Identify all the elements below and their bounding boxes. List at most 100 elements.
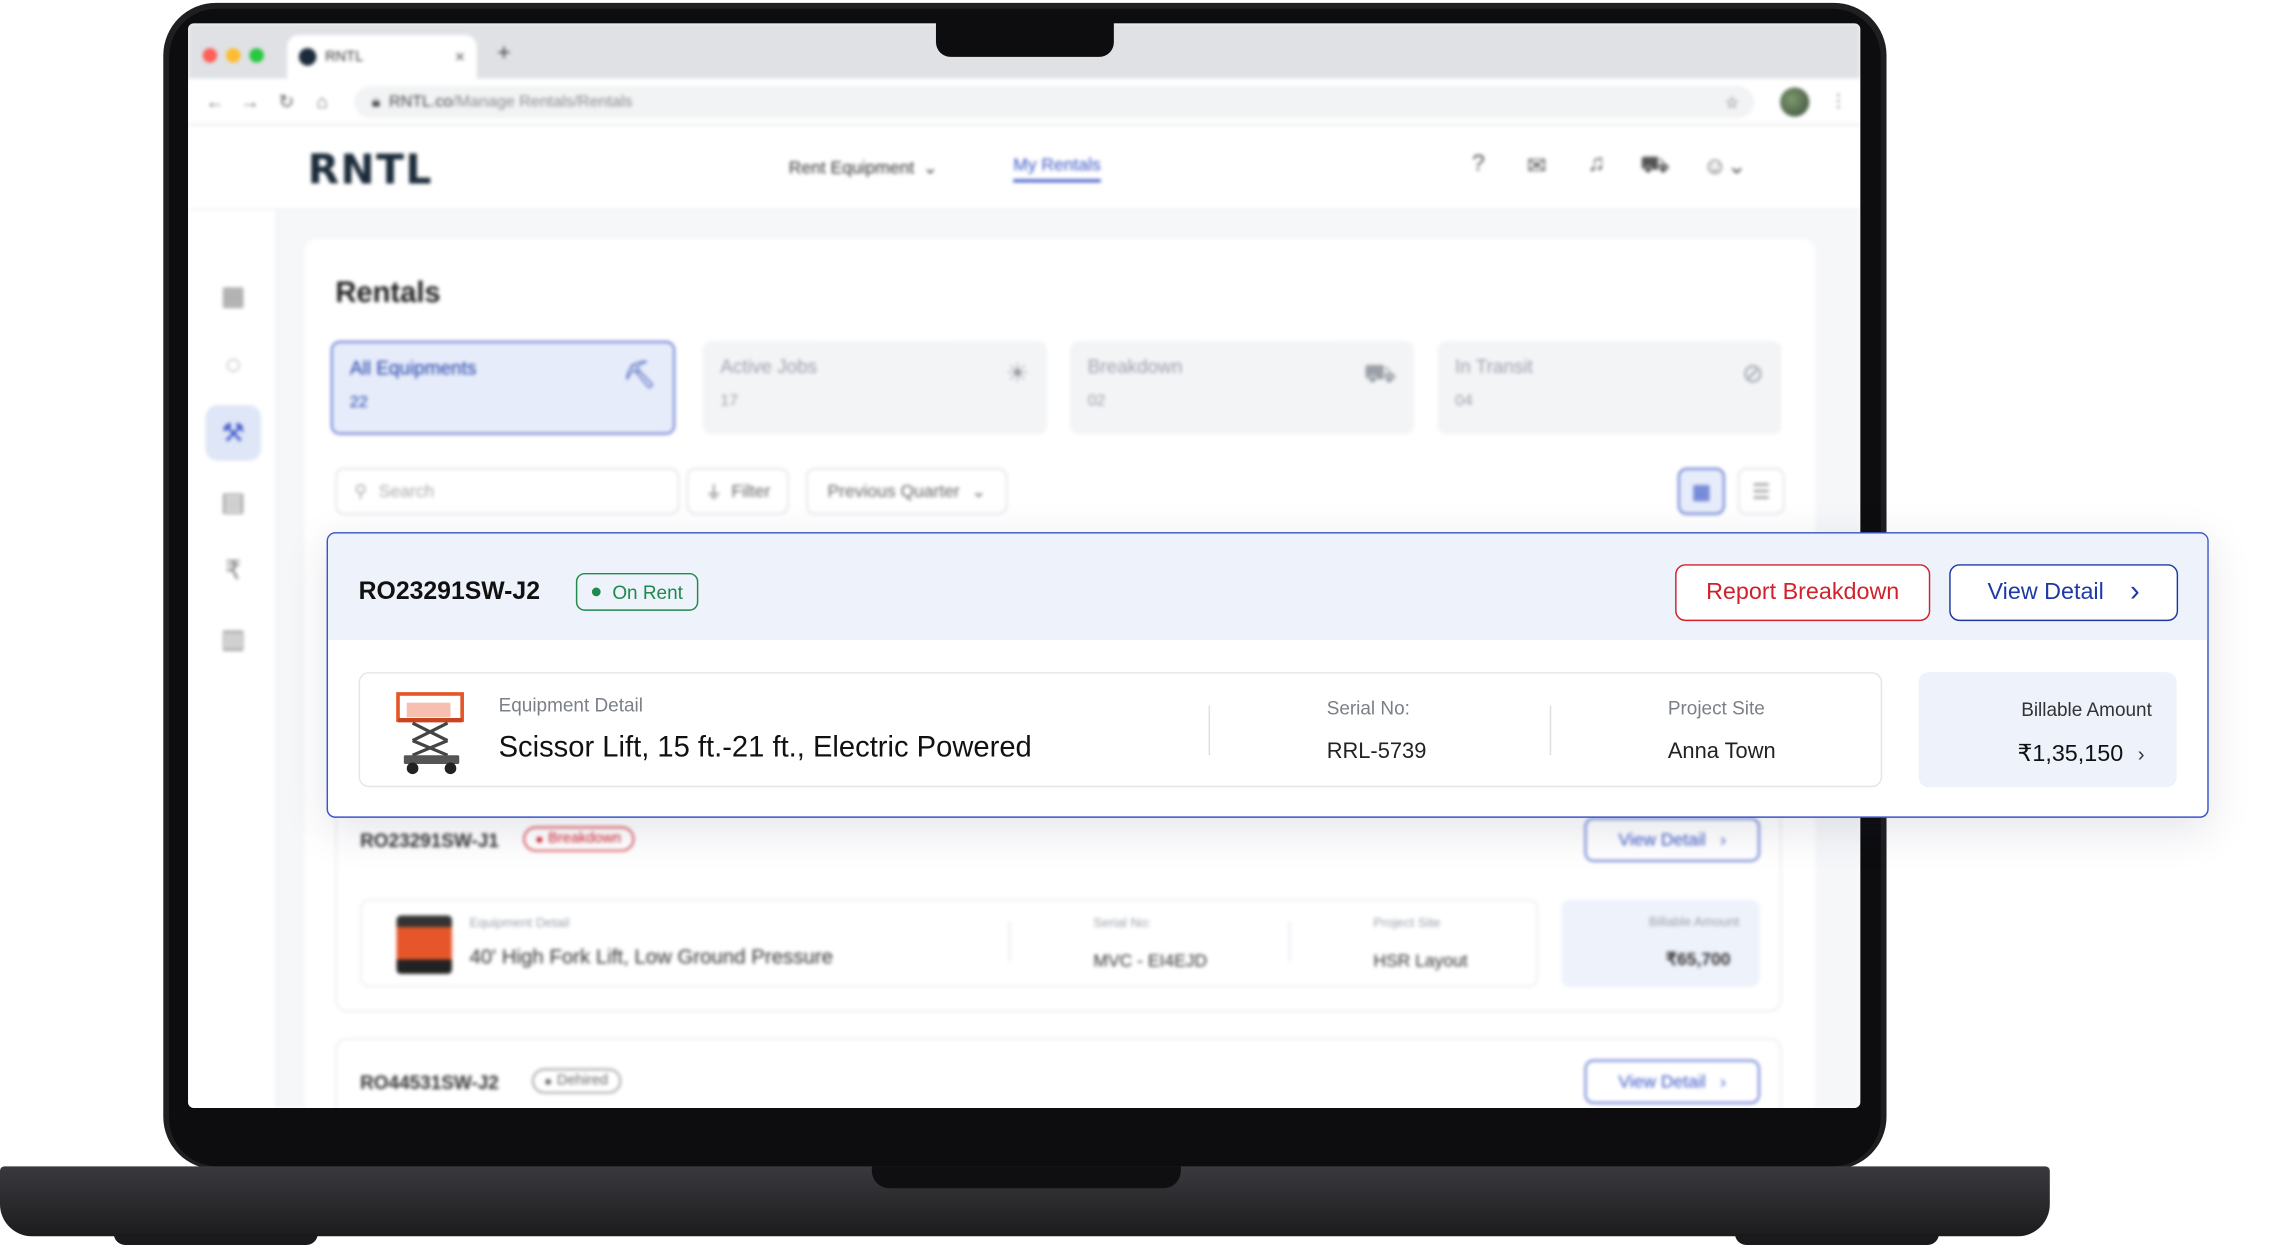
status-badge-label: Dehired: [556, 1073, 608, 1090]
filter-label: Filter: [731, 481, 771, 502]
site-value: HSR Layout: [1373, 950, 1468, 971]
help-icon[interactable]: ?: [1462, 152, 1494, 184]
sidebar-documents-icon[interactable]: ▤: [206, 474, 261, 529]
laptop-foot-right: [1734, 1233, 1940, 1246]
stat-label: In Transit: [1454, 355, 1533, 378]
chevron-right-icon: ›: [1720, 829, 1727, 850]
stat-card-in-transit[interactable]: In Transit 04 ⊘: [1437, 341, 1782, 435]
status-badge: On Rent: [575, 572, 699, 611]
bulb-icon: ☀: [1005, 358, 1030, 388]
app-header: RNTL Rent Equipment ⌄ My Rentals ? ✉ ♫ ⛟…: [188, 125, 1861, 210]
nav-my-rentals[interactable]: My Rentals: [1013, 155, 1101, 183]
billable-box[interactable]: Billable Amount ₹1,35,150 ›: [1918, 672, 2177, 788]
laptop-hinge-cutout: [871, 1166, 1181, 1189]
window-close-dot[interactable]: [202, 48, 218, 63]
stat-count: 04: [1454, 392, 1473, 410]
status-badge-label: On Rent: [612, 580, 683, 603]
sidebar-chat-icon[interactable]: ◌: [206, 337, 261, 392]
status-badge-label: Breakdown: [548, 831, 622, 848]
stat-card-active-jobs[interactable]: Active Jobs 17 ☀: [702, 341, 1047, 435]
chevron-right-icon: ›: [2130, 575, 2140, 608]
back-arrow-icon[interactable]: ←: [206, 90, 225, 112]
stat-count: 22: [349, 393, 368, 412]
report-breakdown-button[interactable]: Report Breakdown: [1675, 564, 1931, 622]
sidebar-invoice-icon[interactable]: ₹: [206, 542, 261, 597]
rntl-logo[interactable]: RNTL: [308, 146, 433, 194]
chevron-right-icon: ›: [2137, 742, 2145, 766]
home-icon[interactable]: ⌂: [316, 90, 327, 112]
divider: [1208, 705, 1211, 756]
sidebar-building-icon[interactable]: ▥: [206, 611, 261, 666]
divider: [1008, 921, 1011, 963]
inbox-icon[interactable]: ✉: [1521, 152, 1553, 184]
stat-card-all-equipments[interactable]: All Equipments 22 ⛏: [330, 341, 676, 435]
profile-avatar[interactable]: [1780, 87, 1810, 117]
excavator-icon: ⛏: [622, 360, 657, 390]
ban-icon: ⊘: [1742, 358, 1765, 388]
url-domain: RNTL.co: [389, 93, 453, 111]
equipment-detail-card: Equipment Detail 40' High Fork Lift, Low…: [360, 899, 1539, 987]
laptop-foot-left: [113, 1233, 318, 1246]
view-detail-button[interactable]: View Detail ›: [1584, 1059, 1760, 1104]
window-maximize-dot[interactable]: [249, 48, 264, 63]
bookmark-star-icon[interactable]: ☆: [1725, 93, 1739, 111]
browser-menu-icon[interactable]: ⋮: [1830, 90, 1847, 110]
reload-icon[interactable]: ↻: [278, 90, 294, 113]
bell-icon[interactable]: ♫: [1580, 152, 1612, 184]
site-label: Project Site: [1667, 696, 1765, 719]
rental-card: RO44531SW-J2 Dehired View Detail ›: [335, 1038, 1782, 1109]
chevron-right-icon: ›: [1720, 1071, 1727, 1092]
grid-view-button[interactable]: ▦: [1678, 467, 1725, 515]
status-dot: [591, 587, 601, 597]
window-minimize-dot[interactable]: [225, 48, 241, 63]
stat-label: Breakdown: [1087, 355, 1183, 378]
rental-id: RO23291SW-J1: [360, 829, 499, 852]
browser-address-bar: ← → ↻ ⌂ 🔒︎ RNTL.co/Manage Rentals/Rental…: [188, 78, 1861, 126]
billable-value: ₹1,35,150: [2017, 742, 2124, 767]
equipment-label: Equipment Detail: [498, 693, 643, 716]
view-detail-label: View Detail: [1618, 1071, 1706, 1092]
divider: [1549, 705, 1552, 756]
url-path: /Manage Rentals/Rentals: [452, 93, 633, 111]
scissor-lift-image: [396, 692, 464, 775]
tab-close-icon[interactable]: ×: [455, 47, 465, 67]
billable-value: ₹65,700: [1665, 949, 1731, 970]
period-label: Previous Quarter: [827, 481, 960, 502]
view-detail-button[interactable]: View Detail ›: [1584, 817, 1760, 862]
serial-value: RRL-5739: [1326, 739, 1427, 764]
nav-rent-equipment[interactable]: Rent Equipment ⌄: [789, 157, 938, 177]
serial-label: Serial No:: [1093, 915, 1152, 931]
stat-card-breakdown[interactable]: Breakdown 02 ⛟: [1070, 341, 1415, 435]
view-detail-label: View Detail: [1987, 579, 2104, 605]
sidebar: ▦ ◌ ⚒ ▤ ₹ ▥: [188, 209, 278, 1109]
chevron-down-icon: ⌄: [971, 481, 987, 502]
new-tab-button[interactable]: +: [497, 41, 511, 67]
search-input[interactable]: ⚲ Search: [335, 467, 680, 515]
rental-id: RO44531SW-J2: [360, 1071, 499, 1094]
view-detail-button[interactable]: View Detail ›: [1949, 564, 2179, 622]
view-detail-label: View Detail: [1618, 829, 1706, 850]
serial-label: Serial No:: [1326, 696, 1410, 719]
user-menu-icon[interactable]: ☺⌄: [1701, 152, 1748, 184]
period-select[interactable]: Previous Quarter ⌄: [806, 467, 1008, 515]
equipment-label: Equipment Detail: [469, 915, 570, 931]
cart-icon[interactable]: ⛟: [1639, 152, 1671, 184]
browser-tab[interactable]: RNTL ×: [287, 34, 477, 79]
tab-title: RNTL: [325, 48, 364, 65]
forward-arrow-icon[interactable]: →: [241, 90, 260, 112]
url-field[interactable]: 🔒︎ RNTL.co/Manage Rentals/Rentals ☆: [354, 86, 1754, 119]
billable-label: Billable Amount: [1648, 914, 1740, 929]
camera-notch: [935, 17, 1114, 57]
sidebar-dashboard-icon[interactable]: ▦: [206, 268, 261, 323]
page-title: Rentals: [335, 277, 441, 310]
search-icon: ⚲: [354, 481, 368, 502]
filter-icon: ⏚: [705, 481, 723, 503]
list-view-button[interactable]: ☰: [1737, 467, 1785, 515]
sidebar-rentals-icon[interactable]: ⚒: [205, 405, 261, 461]
nav-rent-equipment-label: Rent Equipment: [788, 157, 915, 178]
lock-icon: 🔒︎: [371, 92, 381, 111]
billable-box[interactable]: Billable Amount ₹65,700: [1561, 899, 1760, 987]
list-icon: ☰: [1751, 478, 1771, 503]
truck-icon: ⛟: [1363, 358, 1397, 388]
filter-button[interactable]: ⏚ Filter: [686, 467, 789, 515]
